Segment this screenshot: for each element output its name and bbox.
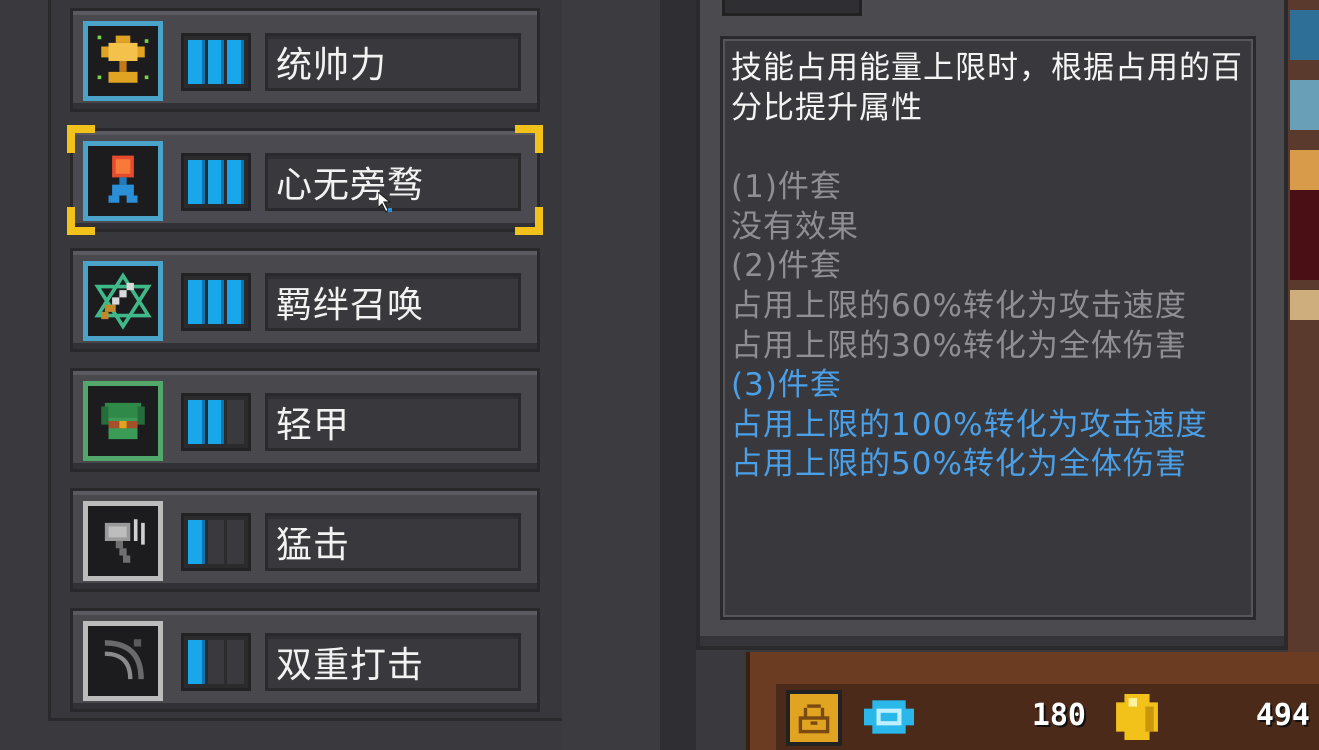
synergy-level-bars [181,273,251,331]
set-2-title: (2)件套 [731,248,842,285]
hammer-icon [104,519,145,563]
selection-corner [515,207,543,235]
synergy-level-bars [181,153,251,211]
level-bar [227,640,245,684]
lock-icon [798,704,830,734]
focus-heart-icon [108,155,138,203]
panel-gap-dark [660,0,696,750]
coin-icon [1116,694,1158,740]
level-bar [188,40,205,84]
tooltip-header-tab [722,0,862,16]
synergy-name: 羁绊召唤 [265,273,521,331]
double-strike-icon [104,639,144,680]
synergy-row-summon[interactable]: 羁绊召唤 [70,248,540,352]
scene-decor [1290,290,1319,320]
level-bar [188,160,205,204]
synergy-row-focus[interactable]: 心无旁骛 [67,125,543,235]
synergy-level-bars [181,633,251,691]
synergy-icon-frame [83,501,163,581]
level-bar [207,280,225,324]
level-bar [207,640,225,684]
synergy-icon-frame [83,21,163,101]
set-3-effect-2: 占用上限的50%转化为全体伤害 [731,446,1187,483]
gem-count: 180 [1031,698,1086,733]
set-3-effect-1: 占用上限的100%转化为攻击速度 [731,406,1208,443]
trophy-icon [97,35,149,83]
level-bar [188,400,205,444]
synergy-level-bars [181,33,251,91]
set-1-effect: 没有效果 [731,208,859,245]
mouse-cursor-icon [378,192,392,214]
level-bar [207,400,225,444]
set-2-effect-2: 占用上限的30%转化为全体伤害 [731,327,1187,364]
set-1-title: (1)件套 [731,169,842,206]
level-bar [207,40,225,84]
synergy-row-light-armor[interactable]: 轻甲 [70,368,540,472]
coin-count: 494 [1255,698,1310,733]
scene-decor [1290,150,1319,190]
level-bar [188,520,205,564]
scene-decor [1290,80,1319,130]
tooltip-description: 技能占用能量上限时，根据占用的百分比提升属性 [731,50,1243,126]
synergy-icon-frame [83,381,163,461]
synergy-row-double-strike[interactable]: 双重打击 [70,608,540,712]
synergy-icon-frame [83,621,163,701]
synergy-row-smash[interactable]: 猛击 [70,488,540,592]
light-armor-icon [101,402,145,440]
level-bar [207,520,225,564]
selection-corner [515,125,543,153]
synergy-icon-frame [83,261,163,341]
set-2-effect-1: 占用上限的60%转化为攻击速度 [731,287,1187,324]
scene-decor [1290,190,1319,280]
synergy-name: 轻甲 [265,393,521,451]
synergy-name: 统帅力 [265,33,521,91]
synergy-level-bars [181,393,251,451]
level-bar [227,280,245,324]
synergy-row-commander[interactable]: 统帅力 [70,8,540,112]
summon-sword-icon [94,272,152,330]
panel-gap [562,0,660,750]
synergy-icon-frame [83,141,163,221]
level-bar [227,520,245,564]
synergy-name: 双重打击 [265,633,521,691]
synergy-name: 猛击 [265,513,521,571]
gem-icon [864,700,914,734]
level-bar [188,280,205,324]
level-bar [227,160,245,204]
lock-button[interactable] [786,690,842,746]
scene-decor [1290,10,1319,60]
level-bar [227,40,245,84]
set-3-title: (3)件套 [731,367,842,404]
level-bar [207,160,225,204]
level-bar [227,400,245,444]
synergy-level-bars [181,513,251,571]
level-bar [188,640,205,684]
tooltip-content: 技能占用能量上限时，根据占用的百分比提升属性 (1)件套 没有效果 (2)件套 … [720,36,1256,620]
